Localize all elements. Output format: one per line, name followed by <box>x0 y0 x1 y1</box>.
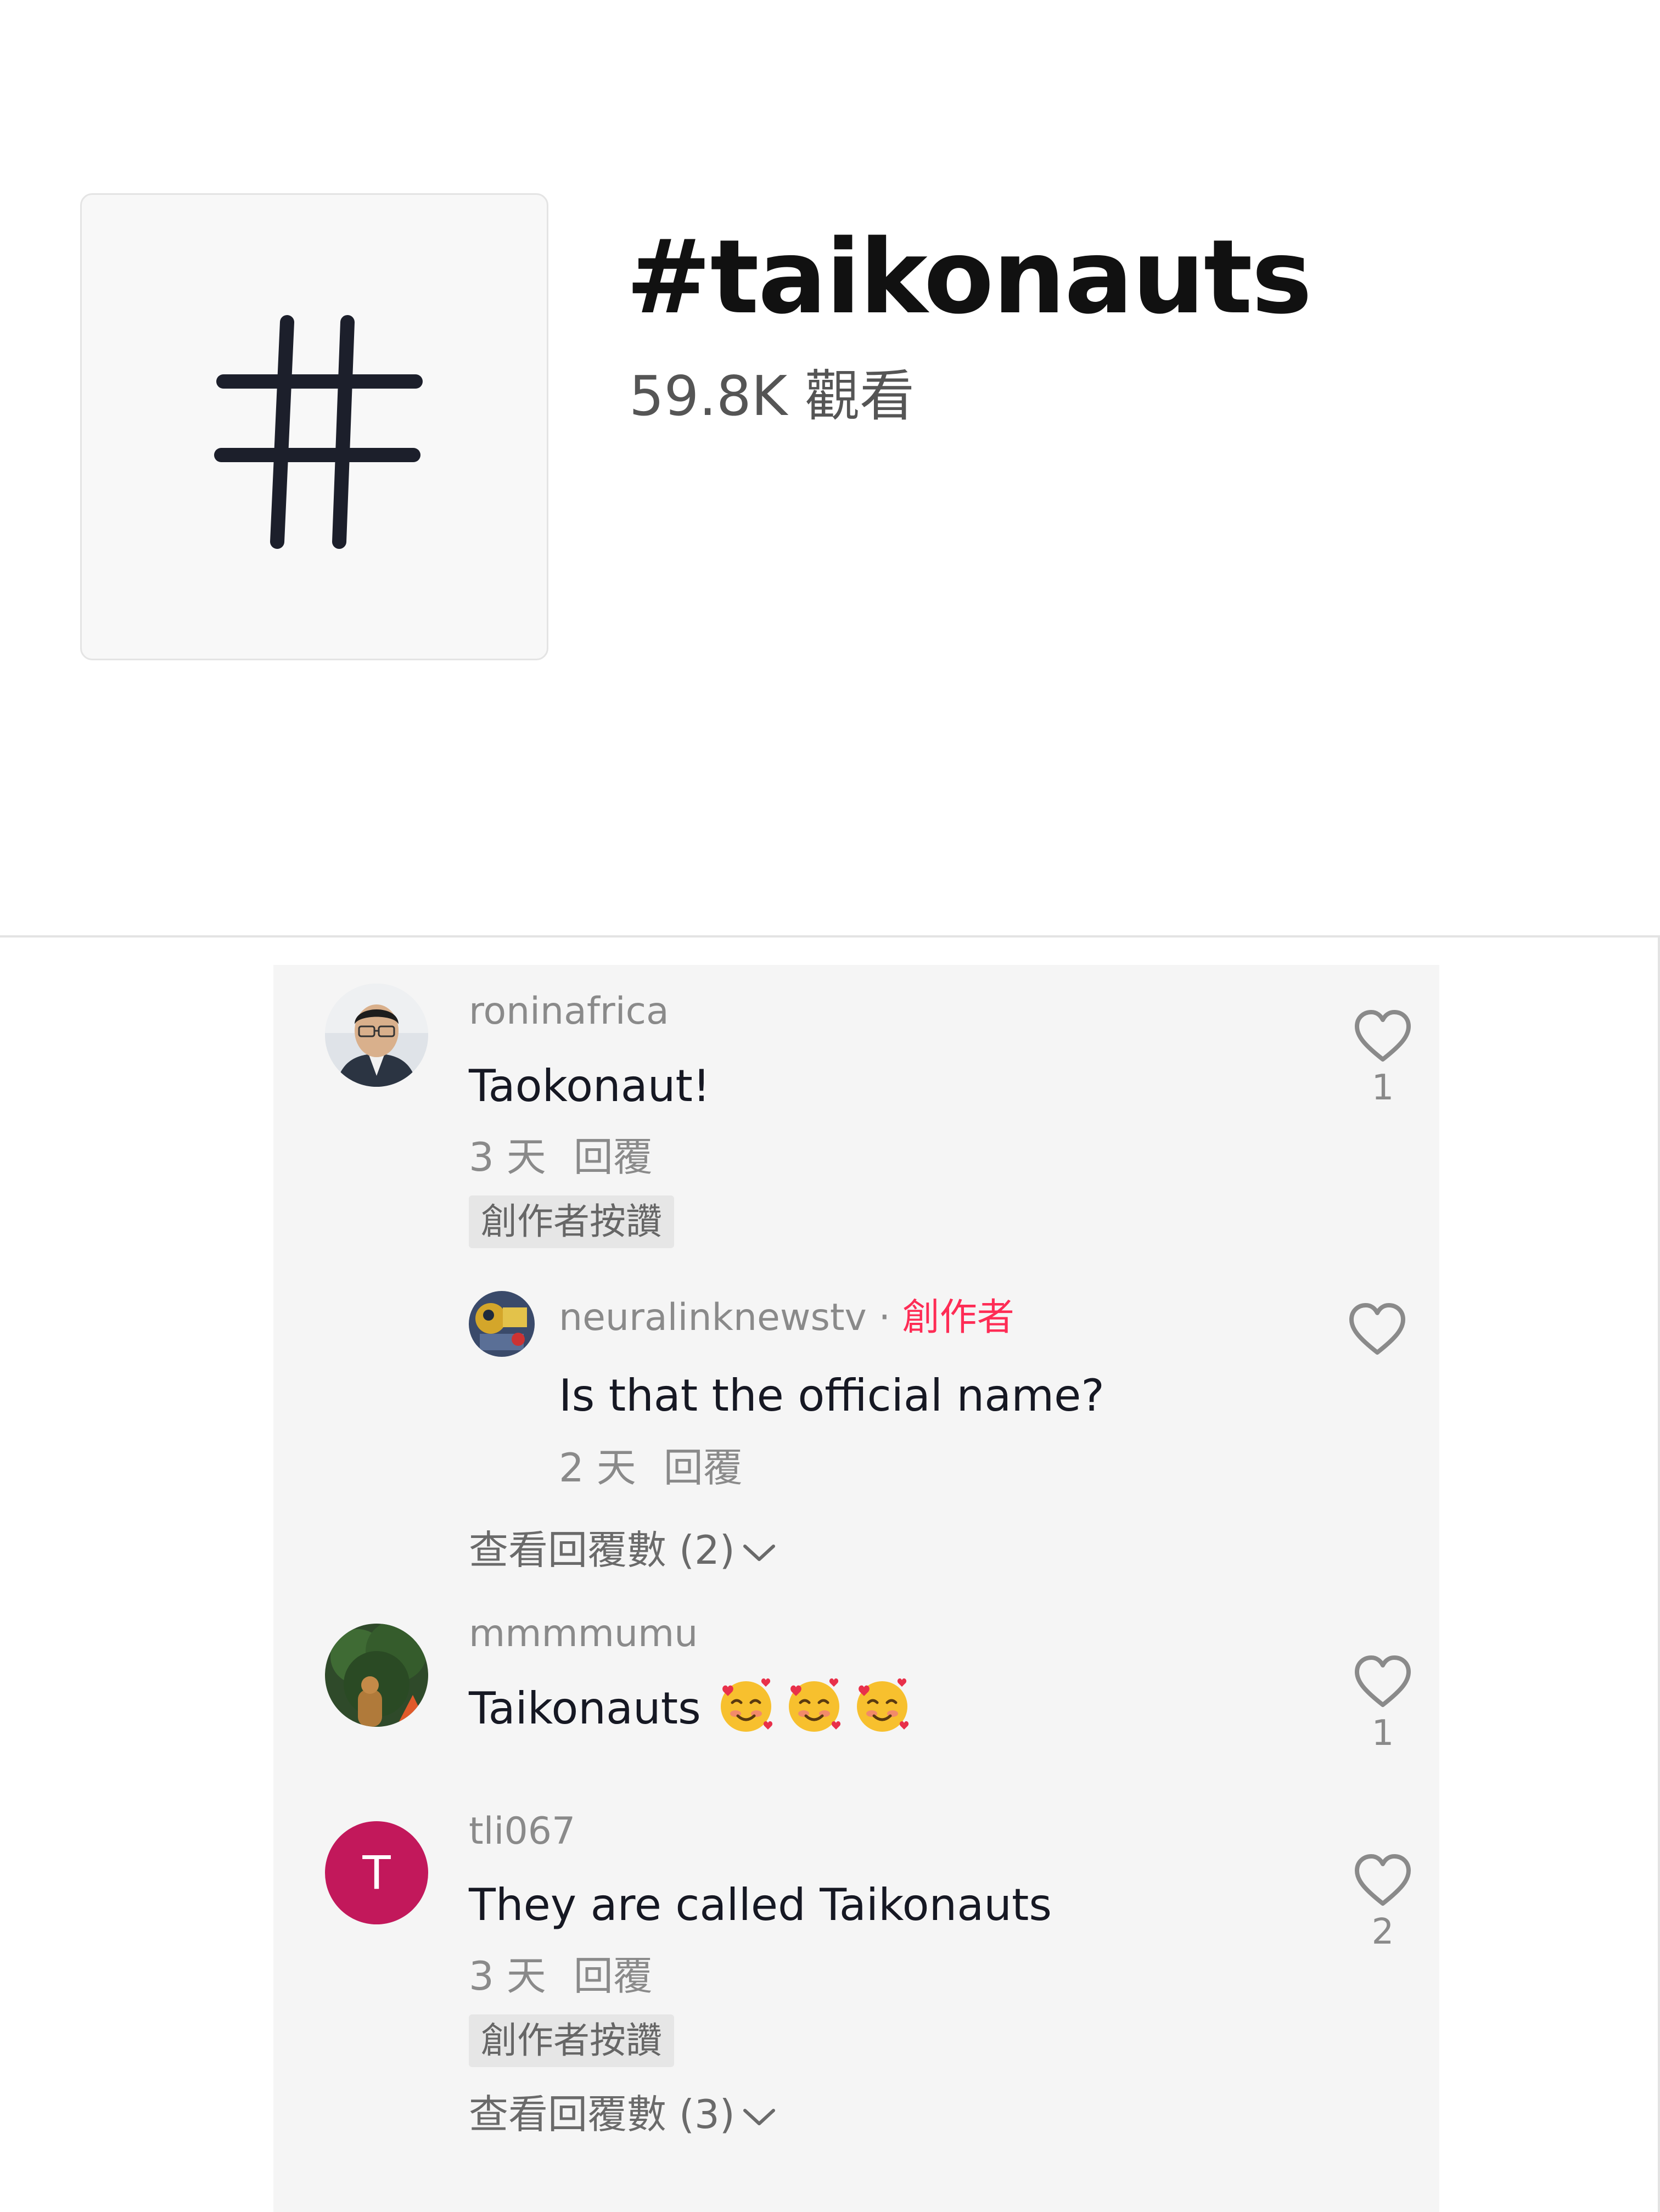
comment-meta: 3 天回覆 <box>469 1131 653 1183</box>
reply-button[interactable]: 回覆 <box>574 1134 653 1180</box>
like-button[interactable]: 1 <box>1353 1654 1413 1755</box>
smiling-face-with-hearts-emoji <box>721 1678 773 1732</box>
like-button[interactable]: 2 <box>1353 1853 1413 1954</box>
avatar[interactable] <box>325 1624 428 1727</box>
comment-text: They are called Taikonauts <box>469 1879 1052 1930</box>
reply-text: Is that the official name? <box>559 1370 1104 1421</box>
reply-meta: 2 天回覆 <box>559 1441 743 1494</box>
comment-username[interactable]: roninafrica <box>469 987 669 1036</box>
comment-text: Taokonaut! <box>469 1060 710 1111</box>
reply-username: neuralinknewstv · 創作者 <box>559 1293 1014 1343</box>
comment-username[interactable]: tli067 <box>469 1807 575 1856</box>
smiling-face-with-hearts-emoji <box>857 1678 909 1732</box>
comment-time: 3 天 <box>469 1134 546 1180</box>
comment-time: 3 天 <box>469 1953 546 1999</box>
view-replies-button[interactable]: 查看回覆數 (2) <box>469 1523 777 1577</box>
comment-text-value: Taikonauts <box>469 1683 701 1734</box>
hashtag-cover <box>80 193 548 660</box>
chevron-down-icon <box>743 1545 775 1562</box>
emoji-group <box>702 1678 912 1734</box>
view-replies-button[interactable]: 查看回覆數 (3) <box>469 2087 777 2142</box>
reply-username-text[interactable]: neuralinknewstv <box>559 1296 867 1339</box>
view-replies-label: 查看回覆數 (2) <box>469 1527 735 1573</box>
comment-meta: 3 天回覆 <box>469 1950 653 2002</box>
heart-icon <box>1349 1303 1405 1355</box>
view-replies-label: 查看回覆數 (3) <box>469 2091 735 2137</box>
comment-text: Taikonauts <box>469 1675 912 1739</box>
like-count: 1 <box>1371 1713 1394 1754</box>
reply-button[interactable]: 回覆 <box>574 1953 653 1999</box>
heart-icon <box>1355 1854 1411 1906</box>
smiling-face-with-hearts-emoji <box>789 1678 841 1732</box>
like-button[interactable]: 1 <box>1353 1009 1413 1110</box>
avatar[interactable] <box>325 984 428 1087</box>
section-divider <box>0 935 1660 937</box>
avatar[interactable] <box>469 1291 535 1357</box>
avatar-letter: T <box>362 1846 391 1900</box>
creator-liked-badge: 創作者按讚 <box>469 1195 674 1248</box>
avatar[interactable]: T <box>325 1821 428 1924</box>
hashtag-icon <box>214 315 423 549</box>
heart-icon <box>1355 1655 1411 1707</box>
hashtag-header: #taikonauts 59.8K 觀看 <box>0 0 1660 936</box>
comments-panel[interactable]: roninafrica Taokonaut! 3 天回覆 創作者按讚 1 neu… <box>273 965 1439 2212</box>
creator-liked-badge: 創作者按讚 <box>469 2014 674 2067</box>
panel-border <box>1658 935 1660 2212</box>
hashtag-title: #taikonauts <box>626 217 1312 336</box>
reply-like-button[interactable] <box>1347 1302 1407 1359</box>
hashtag-view-count: 59.8K 觀看 <box>629 364 915 428</box>
like-count: 1 <box>1371 1068 1394 1108</box>
comment-username[interactable]: mmmmumu <box>469 1609 698 1659</box>
like-count: 2 <box>1371 1912 1394 1952</box>
separator: · <box>878 1296 891 1339</box>
chevron-down-icon <box>743 2109 775 2126</box>
reply-button[interactable]: 回覆 <box>664 1445 743 1491</box>
creator-label: 創作者 <box>902 1296 1014 1339</box>
heart-icon <box>1355 1010 1411 1062</box>
reply-time: 2 天 <box>559 1445 636 1491</box>
